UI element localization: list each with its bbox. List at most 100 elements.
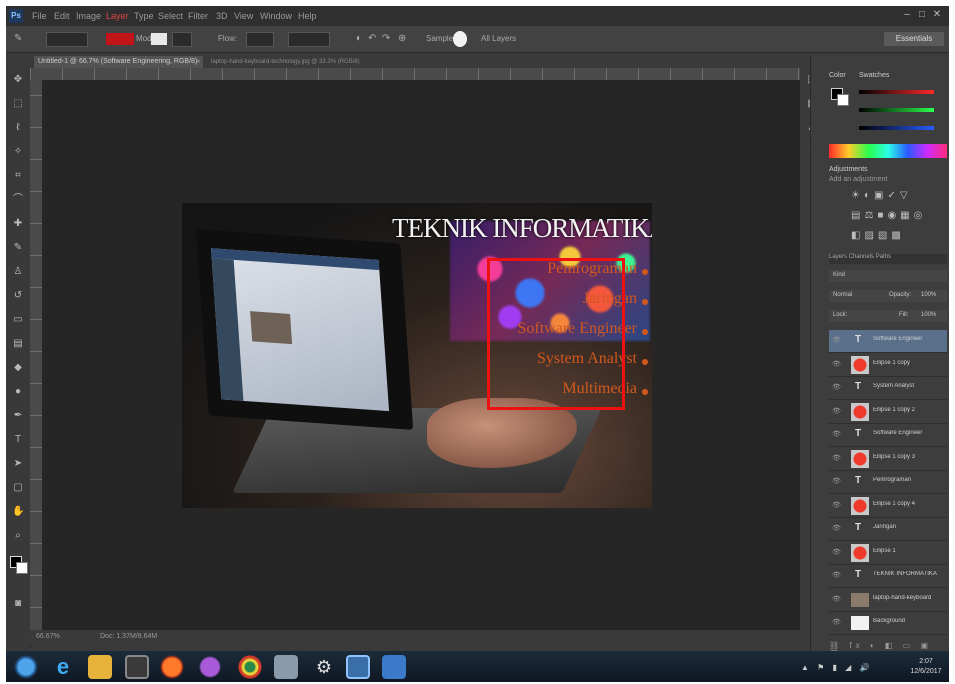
settings-gear-icon[interactable]: ⚙	[312, 655, 336, 679]
opacity-field[interactable]: 100%	[921, 292, 936, 298]
media-app-icon[interactable]	[125, 655, 149, 679]
move-tool-icon[interactable]: ✥	[12, 74, 24, 86]
document-title-text[interactable]: TEKNIK INFORMATIKA	[392, 213, 652, 247]
layer-name[interactable]: Ellipse 1	[873, 548, 945, 558]
adjustment-icons-row-3[interactable]: ◧▨▧▩	[851, 230, 905, 242]
layer-visibility-eye-icon[interactable]: 👁	[832, 548, 841, 556]
menu-edit[interactable]: Edit	[54, 10, 70, 22]
system-tray[interactable]: ▲ ⚑ ▮ ◢ 🔊	[801, 663, 901, 673]
eyedropper-tool-icon[interactable]: ⌒	[12, 194, 24, 206]
color-panel-background[interactable]	[837, 94, 849, 106]
brush-tool-icon[interactable]: ✎	[14, 32, 22, 46]
pressure-icon[interactable]: ⊕	[398, 32, 406, 46]
flow-field[interactable]	[246, 32, 274, 47]
fill-field[interactable]: 100%	[921, 312, 936, 318]
layer-row[interactable]: 👁 T Software Engineer	[829, 424, 947, 447]
layer-visibility-eye-icon[interactable]: 👁	[832, 336, 841, 344]
layer-name[interactable]: TEKNIK INFORMATIKA	[873, 571, 945, 581]
layers-panel-footer-icons[interactable]: ⛓ fx ◐ ◧ ▭ ▣ 🗑	[829, 641, 947, 659]
type-tool-icon[interactable]: T	[12, 434, 24, 446]
blend-mode-select[interactable]: Normal	[833, 292, 852, 298]
layer-name[interactable]: Ellipse 1 copy 3	[873, 454, 945, 464]
kind-filter[interactable]: Kind	[833, 272, 845, 278]
layer-visibility-eye-icon[interactable]: 👁	[832, 430, 841, 438]
menu-window[interactable]: Window	[260, 10, 292, 22]
menu-filter[interactable]: Filter	[188, 10, 208, 22]
layer-visibility-eye-icon[interactable]: 👁	[832, 501, 841, 509]
layer-visibility-eye-icon[interactable]: 👁	[832, 407, 841, 415]
path-select-tool-icon[interactable]: ➤	[12, 458, 24, 470]
canvas-area[interactable]: TEKNIK INFORMATIKA Pemrograman Jaringan …	[42, 80, 800, 640]
color-spectrum-bar[interactable]	[829, 144, 947, 158]
internet-explorer-icon[interactable]: e	[51, 655, 75, 679]
layer-visibility-eye-icon[interactable]: 👁	[832, 477, 841, 485]
sample-value[interactable]: All Layers	[481, 32, 516, 46]
layer-name[interactable]: System Analyst	[873, 383, 945, 393]
foreground-swatch[interactable]	[106, 33, 134, 45]
marquee-tool-icon[interactable]: ⬚	[12, 98, 24, 110]
layer-visibility-eye-icon[interactable]: 👁	[832, 618, 841, 626]
layer-row[interactable]: 👁 T TEKNIK INFORMATIKA	[829, 565, 947, 588]
layer-row[interactable]: 👁 Ellipse 1	[829, 542, 947, 565]
photoshop-taskbar-icon[interactable]	[346, 655, 370, 679]
menu-3d[interactable]: 3D	[216, 10, 228, 22]
word-icon[interactable]	[382, 655, 406, 679]
red-slider[interactable]	[859, 90, 934, 94]
swatches-tab[interactable]: Swatches	[859, 72, 889, 82]
redo-icon[interactable]: ↷	[382, 32, 390, 46]
close-icon[interactable]: ✕	[931, 9, 943, 21]
zoom-tool-icon[interactable]: ⌕	[12, 530, 24, 542]
eraser-tool-icon[interactable]: ▭	[12, 314, 24, 326]
layer-name[interactable]: Background	[873, 618, 945, 628]
minimize-icon[interactable]: –	[901, 9, 913, 21]
layer-row[interactable]: 👁 Ellipse 1 copy 2	[829, 401, 947, 424]
size-field[interactable]	[172, 32, 192, 47]
hand-tool-icon[interactable]: ✋	[12, 506, 24, 518]
color-tab[interactable]: Color	[829, 72, 846, 82]
start-button-icon[interactable]	[14, 655, 38, 679]
maximize-icon[interactable]: □	[916, 9, 928, 21]
firefox-icon[interactable]	[160, 655, 184, 679]
lasso-tool-icon[interactable]: ℓ	[12, 122, 24, 134]
layer-visibility-eye-icon[interactable]: 👁	[832, 360, 841, 368]
background-color-swatch[interactable]	[16, 562, 28, 574]
background-swatch[interactable]	[151, 33, 167, 45]
layer-name[interactable]: laptop-hand-keyboard	[873, 595, 945, 605]
doc-size-info[interactable]: Doc: 1.37M/8.64M	[100, 630, 157, 644]
adjustment-icons-row-2[interactable]: ▤⚖■◉▦◎	[851, 210, 926, 222]
flow-value-field[interactable]	[288, 32, 330, 47]
layer-name[interactable]: Pemrograman	[873, 477, 945, 487]
menu-view[interactable]: View	[234, 10, 253, 22]
blur-tool-icon[interactable]: ◆	[12, 362, 24, 374]
brush-tip-preview[interactable]	[453, 31, 467, 47]
layers-panel-tabs[interactable]: Layers Channels Paths	[829, 254, 947, 264]
layer-visibility-eye-icon[interactable]: 👁	[832, 524, 841, 532]
workspace-button[interactable]: Essentials	[884, 32, 944, 46]
gradient-tool-icon[interactable]: ▤	[12, 338, 24, 350]
layer-row[interactable]: 👁 Ellipse 1 copy 4	[829, 495, 947, 518]
layer-row[interactable]: 👁 Ellipse 1 copy	[829, 354, 947, 377]
layer-visibility-eye-icon[interactable]: 👁	[832, 383, 841, 391]
layer-name[interactable]: Ellipse 1 copy	[873, 360, 945, 370]
layer-name[interactable]: Software Engineer	[873, 430, 945, 440]
layer-row[interactable]: 👁 Background	[829, 612, 947, 635]
layer-row[interactable]: 👁 Ellipse 1 copy 3	[829, 448, 947, 471]
healing-tool-icon[interactable]: ✚	[12, 218, 24, 230]
menu-file[interactable]: File	[32, 10, 47, 22]
adjustment-icons-row-1[interactable]: ☀◐▣✓▽	[851, 190, 912, 202]
chrome-icon[interactable]	[238, 655, 262, 679]
menu-layer[interactable]: Layer	[106, 10, 129, 22]
quick-mask-icon[interactable]: ◙	[12, 598, 24, 610]
brush-preset-picker[interactable]	[46, 32, 88, 47]
file-explorer-icon[interactable]	[88, 655, 112, 679]
shape-tool-icon[interactable]: ▢	[12, 482, 24, 494]
layer-name[interactable]: Jaringan	[873, 524, 945, 534]
app-purple-icon[interactable]	[198, 655, 222, 679]
undo-icon[interactable]: ↶	[368, 32, 376, 46]
layer-row[interactable]: 👁 T Pemrograman	[829, 471, 947, 494]
clone-stamp-tool-icon[interactable]: ♙	[12, 266, 24, 278]
pen-tool-icon[interactable]: ✒	[12, 410, 24, 422]
menu-select[interactable]: Select	[158, 10, 183, 22]
airbrush-icon[interactable]: ◐	[356, 32, 362, 46]
layer-name[interactable]: Software Engineer	[873, 336, 945, 346]
